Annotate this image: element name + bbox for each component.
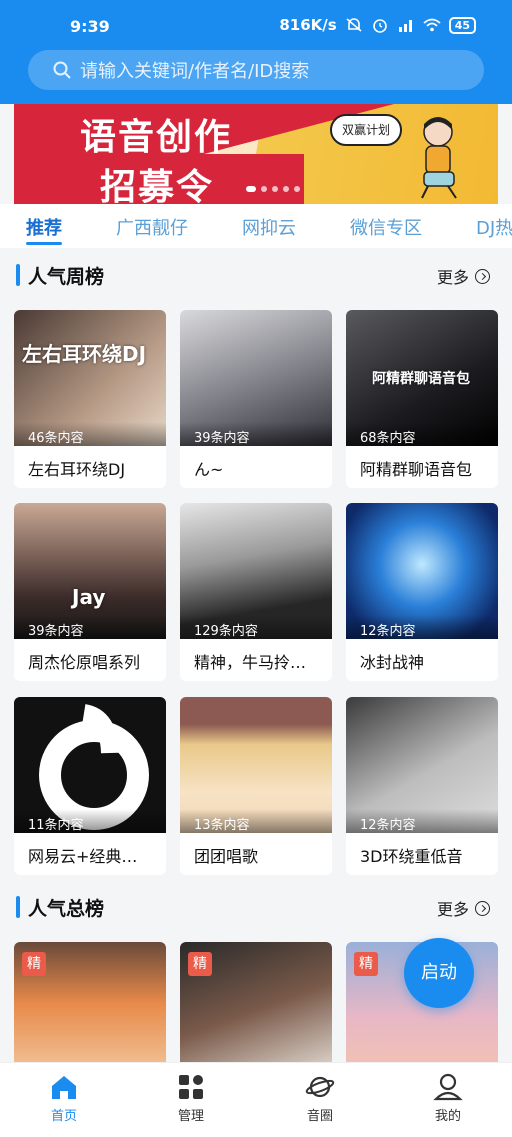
search-icon (53, 61, 71, 79)
playlist-card[interactable]: Jay 39条内容 周杰伦原唱系列 (14, 503, 166, 681)
card-title: 冰封战神 (360, 653, 425, 672)
card-title: 3D环绕重低音 (360, 847, 463, 866)
weekly-more-link[interactable]: 更多 (437, 264, 490, 288)
grid-icon (179, 1075, 203, 1099)
nav-manage[interactable]: 管理 (151, 1073, 231, 1124)
featured-tag: 精 (22, 952, 46, 976)
search-placeholder: 请输入关键词/作者名/ID搜索 (80, 61, 310, 82)
content-count: 68条内容 (346, 422, 498, 446)
card-title: 网易云+经典… (28, 847, 138, 866)
more-label: 更多 (436, 900, 469, 919)
user-icon (433, 1073, 463, 1101)
section-accent-bar (16, 264, 20, 286)
tab-dj[interactable]: DJ热 (476, 214, 512, 240)
cover-caption: 阿精群聊语音包 (372, 371, 470, 387)
signal-icon (398, 20, 412, 32)
status-time: 9:39 (70, 17, 110, 36)
playlist-card[interactable]: 11条内容 网易云+经典… (14, 697, 166, 875)
content-count: 39条内容 (14, 615, 166, 639)
nav-label: 我的 (434, 1109, 461, 1124)
playlist-card[interactable]: 13条内容 团团唱歌 (180, 697, 332, 875)
featured-tag: 精 (354, 952, 378, 976)
pager-dot (272, 186, 278, 192)
pager-dot (246, 186, 256, 192)
bottom-nav: 首页 管理 音圈 我的 (0, 1062, 512, 1137)
nav-label: 音圈 (306, 1109, 333, 1124)
header: 9:39 816K/s 45 请输入关键词/作者名/ID搜索 (0, 0, 512, 104)
bell-mute-icon (346, 18, 362, 32)
pager-dot (283, 186, 289, 192)
content-count: 39条内容 (180, 422, 332, 446)
featured-tag: 精 (188, 952, 212, 976)
content-count: 11条内容 (14, 809, 166, 833)
playlist-card[interactable]: 左右耳环绕DJ 46条内容 左右耳环绕DJ (14, 310, 166, 488)
nav-circle[interactable]: 音圈 (280, 1073, 360, 1124)
chevron-right-icon (475, 900, 490, 916)
content-count: 13条内容 (180, 809, 332, 833)
section-accent-bar (16, 896, 20, 918)
tab-recommend[interactable]: 推荐 (26, 214, 62, 240)
app-page: 9:39 816K/s 45 请输入关键词/作者名/ID搜索 语音创作 招募令 … (0, 0, 512, 1137)
section-title: 人气总榜 (28, 898, 105, 920)
content-count: 12条内容 (346, 615, 498, 639)
card-title: 团团唱歌 (194, 847, 259, 866)
status-bar: 9:39 816K/s 45 (0, 0, 512, 48)
card-title: 阿精群聊语音包 (360, 460, 473, 479)
home-icon (52, 1076, 76, 1099)
alarm-icon (372, 19, 387, 33)
battery-indicator: 45 (448, 16, 476, 34)
tab-indicator (26, 242, 62, 245)
card-title: 周杰伦原唱系列 (28, 653, 141, 672)
card-title: 精神，牛马拎… (194, 653, 307, 672)
playlist-card[interactable]: 129条内容 精神，牛马拎… (180, 503, 332, 681)
content-count: 46条内容 (14, 422, 166, 446)
tab-guangxi[interactable]: 广西靓仔 (116, 214, 188, 240)
pager-dot (261, 186, 267, 192)
playlist-card[interactable]: 12条内容 3D环绕重低音 (346, 697, 498, 875)
content-count: 129条内容 (180, 615, 332, 639)
cartoon-girl-illustration (421, 117, 457, 199)
playlist-card[interactable]: 39条内容 ん~ (180, 310, 332, 488)
banner-line1: 语音创作 (80, 117, 233, 158)
nav-home[interactable]: 首页 (24, 1073, 104, 1124)
card-title: ん~ (194, 460, 224, 479)
nav-label: 管理 (177, 1109, 204, 1124)
total-section-header: 人气总榜 更多 (0, 890, 512, 926)
more-label: 更多 (436, 268, 469, 287)
cover-caption: Jay (72, 585, 106, 609)
cover-caption: 左右耳环绕DJ (22, 342, 147, 366)
wifi-icon (423, 18, 441, 32)
planet-icon (305, 1076, 335, 1098)
search-input[interactable]: 请输入关键词/作者名/ID搜索 (28, 50, 484, 90)
weekly-section-header: 人气周榜 更多 (0, 258, 512, 294)
banner-line2: 招募令 (100, 167, 215, 204)
network-speed: 816K/s (279, 16, 337, 34)
nav-profile[interactable]: 我的 (408, 1073, 488, 1124)
category-tabs: 推荐 广西靓仔 网抑云 微信专区 DJ热 (0, 204, 512, 248)
card-title: 左右耳环绕DJ (28, 460, 126, 479)
playlist-card[interactable]: 12条内容 冰封战神 (346, 503, 498, 681)
tab-wangyiyun[interactable]: 网抑云 (242, 214, 296, 240)
promo-banner[interactable]: 语音创作 招募令 双赢计划 (14, 104, 498, 204)
tab-wechat[interactable]: 微信专区 (350, 214, 422, 240)
chevron-right-icon (475, 268, 490, 284)
nav-label: 首页 (50, 1109, 77, 1124)
content-count: 12条内容 (346, 809, 498, 833)
banner-pager (246, 186, 300, 192)
section-title: 人气周榜 (28, 266, 105, 288)
pager-dot (294, 186, 300, 192)
playlist-card[interactable]: 阿精群聊语音包 68条内容 阿精群聊语音包 (346, 310, 498, 488)
status-icons: 816K/s 45 (279, 16, 476, 34)
total-more-link[interactable]: 更多 (437, 896, 490, 920)
launch-button[interactable]: 启动 (404, 938, 474, 1008)
banner-bubble: 双赢计划 (330, 114, 402, 146)
